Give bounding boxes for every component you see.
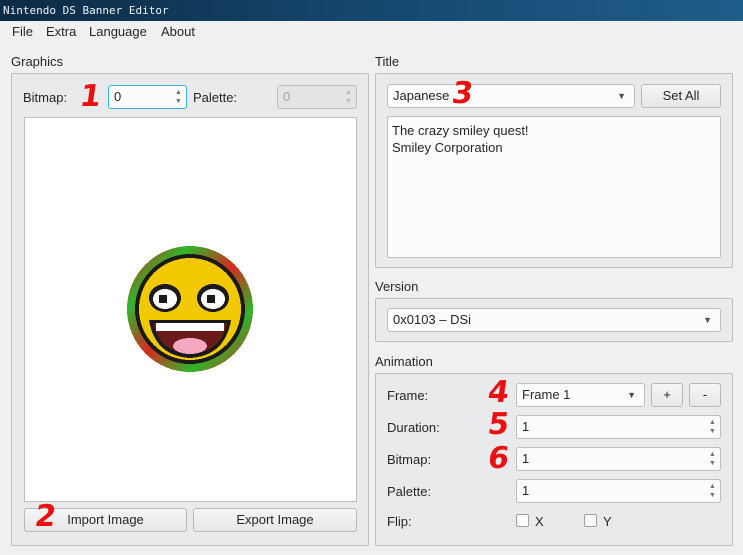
palette-label: Palette: — [193, 90, 238, 105]
window-title: Nintendo DS Banner Editor — [0, 0, 743, 21]
version-group-title: Version — [375, 279, 419, 294]
annotation-1: 1 — [77, 79, 104, 114]
language-select[interactable]: Japanese ▼ — [387, 84, 635, 108]
annotation-3: 3 — [449, 76, 476, 111]
flip-x-label: X — [535, 514, 544, 529]
spin-up-icon[interactable]: ▲ — [707, 418, 718, 427]
spin-up-icon[interactable]: ▲ — [173, 88, 184, 97]
annotation-5: 5 — [485, 407, 512, 442]
flip-label: Flip: — [387, 514, 412, 529]
chevron-down-icon: ▼ — [627, 390, 636, 400]
version-selected: 0x0103 – DSi — [393, 312, 472, 327]
title-text-line1: The crazy smiley quest! — [392, 123, 529, 138]
remove-frame-button[interactable]: - — [689, 383, 721, 407]
anim-bitmap-spinbox[interactable]: 1 ▲ ▼ — [516, 447, 721, 471]
frame-select[interactable]: Frame 1 ▼ — [516, 383, 645, 407]
flip-x-checkbox[interactable] — [516, 514, 529, 527]
smiley-face-icon — [127, 246, 253, 372]
spin-down-icon: ▼ — [345, 98, 352, 105]
menu-language[interactable]: Language — [89, 24, 147, 39]
anim-palette-spinbox[interactable]: 1 ▲ ▼ — [516, 479, 721, 503]
duration-value: 1 — [522, 419, 530, 434]
add-frame-button[interactable]: + — [651, 383, 683, 407]
anim-bitmap-value: 1 — [522, 451, 530, 466]
frame-label: Frame: — [387, 388, 429, 403]
chevron-down-icon: ▼ — [617, 91, 626, 101]
title-group-title: Title — [375, 54, 400, 69]
annotation-2: 2 — [32, 499, 59, 534]
menu-file[interactable]: File — [12, 24, 33, 39]
annotation-6: 6 — [485, 441, 512, 476]
spin-down-icon[interactable]: ▼ — [707, 459, 718, 468]
flip-y-label: Y — [603, 514, 612, 529]
graphics-group-title: Graphics — [11, 54, 64, 69]
frame-selected: Frame 1 — [522, 387, 571, 402]
spin-down-icon[interactable]: ▼ — [707, 491, 718, 500]
title-text-editor[interactable]: The crazy smiley quest! Smiley Corporati… — [387, 116, 721, 258]
title-text-line2: Smiley Corporation — [392, 140, 503, 155]
set-all-button[interactable]: Set All — [641, 84, 721, 108]
spin-up-icon[interactable]: ▲ — [707, 450, 718, 459]
spin-up-icon: ▲ — [345, 89, 352, 96]
export-image-button[interactable]: Export Image — [193, 508, 357, 532]
language-selected: Japanese — [393, 88, 450, 103]
duration-spinbox[interactable]: 1 ▲ ▼ — [516, 415, 721, 439]
bitmap-value: 0 — [114, 89, 122, 104]
bitmap-preview-canvas — [24, 117, 357, 502]
duration-label: Duration: — [387, 420, 440, 435]
anim-palette-value: 1 — [522, 483, 530, 498]
version-select[interactable]: 0x0103 – DSi ▼ — [387, 308, 721, 332]
anim-bitmap-label: Bitmap: — [387, 452, 432, 467]
animation-group-title: Animation — [375, 354, 433, 369]
spin-down-icon[interactable]: ▼ — [173, 97, 184, 106]
spin-up-icon[interactable]: ▲ — [707, 482, 718, 491]
menu-bar: File Extra Language About — [0, 21, 743, 43]
menu-about[interactable]: About — [161, 24, 195, 39]
palette-spinbox: 0 ▲ ▼ — [277, 85, 357, 109]
menu-extra[interactable]: Extra — [46, 24, 76, 39]
chevron-down-icon: ▼ — [703, 315, 712, 325]
anim-palette-label: Palette: — [387, 484, 432, 499]
palette-value: 0 — [283, 89, 291, 104]
annotation-4: 4 — [485, 375, 512, 410]
bitmap-label: Bitmap: — [23, 90, 68, 105]
flip-y-checkbox[interactable] — [584, 514, 597, 527]
spin-down-icon[interactable]: ▼ — [707, 427, 718, 436]
bitmap-spinbox[interactable]: 0 ▲ ▼ — [108, 85, 187, 109]
